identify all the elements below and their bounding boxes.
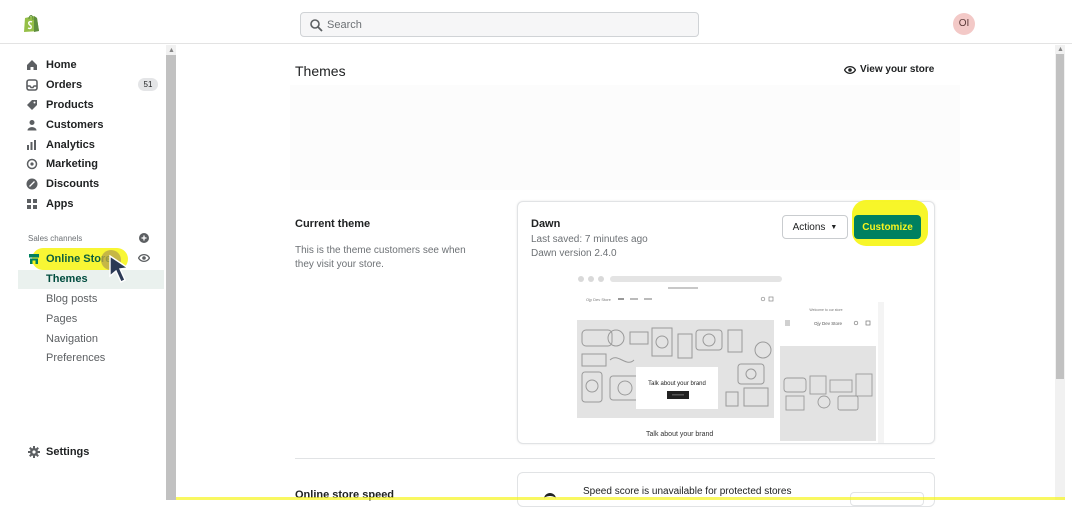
subnav-navigation[interactable]: Navigation <box>46 333 98 345</box>
settings-label: Settings <box>46 446 90 458</box>
subnav-pages[interactable]: Pages <box>46 313 77 325</box>
sidebar-item-settings[interactable]: Settings <box>28 446 89 458</box>
sidebar-item-home[interactable]: Home <box>26 56 77 74</box>
sales-channels-label: Sales channels <box>28 234 83 243</box>
sidebar-item-label: Home <box>46 59 77 71</box>
sidebar-item-apps[interactable]: Apps <box>26 195 74 213</box>
sidebar-item-label: Marketing <box>46 158 98 170</box>
banner-placeholder <box>290 85 960 190</box>
page-title: Themes <box>295 63 346 79</box>
sidebar-item-label: Customers <box>46 119 104 131</box>
sidebar-item-online-store[interactable]: Online Store <box>28 248 128 270</box>
preview-mobile-store-name: Ojy Dev Store <box>814 321 843 326</box>
main-scrollbar[interactable]: ▲ <box>1055 45 1065 500</box>
eye-icon <box>844 65 856 74</box>
apps-icon <box>27 199 37 209</box>
search-placeholder: Search <box>327 19 362 31</box>
discount-icon <box>26 178 38 190</box>
tag-icon <box>27 100 37 110</box>
avatar[interactable]: OI <box>953 13 975 35</box>
actions-dropdown-button[interactable]: Actions ▼ <box>782 215 848 239</box>
sidebar-item-label: Analytics <box>46 139 95 151</box>
bar-chart-icon <box>27 140 36 150</box>
top-bar: Search OI <box>0 0 1072 44</box>
current-theme-description: This is the theme customers see when the… <box>295 245 466 270</box>
subnav-themes[interactable]: Themes <box>46 273 88 285</box>
theme-preview-image[interactable]: Ojy Dev Store Talk about your brand Welc… <box>568 268 884 443</box>
sidebar-item-products[interactable]: Products <box>26 96 94 114</box>
sidebar-item-label: Products <box>46 99 94 111</box>
mouse-cursor-icon <box>109 254 130 283</box>
view-store-link[interactable]: View your store <box>844 64 934 75</box>
orders-count-badge: 51 <box>138 78 158 91</box>
store-icon <box>29 254 39 264</box>
theme-version: Dawn version 2.4.0 <box>531 248 617 259</box>
view-online-store-eye-icon[interactable] <box>138 253 150 263</box>
search-icon <box>310 19 323 32</box>
store-speed-message: Speed score is unavailable for protected… <box>583 486 792 497</box>
gear-icon <box>28 446 40 458</box>
view-store-label: View your store <box>860 64 935 75</box>
sidebar-item-analytics[interactable]: Analytics <box>26 136 95 154</box>
sidebar-item-orders[interactable]: Orders <box>26 76 82 94</box>
sidebar-item-label: Apps <box>46 198 74 210</box>
customize-button[interactable]: Customize <box>854 215 921 239</box>
preview-banner: Welcome to our store <box>809 308 842 312</box>
sidebar-item-marketing[interactable]: Marketing <box>26 155 98 173</box>
theme-name: Dawn <box>531 218 561 230</box>
search-input[interactable]: Search <box>300 12 699 37</box>
section-divider <box>295 458 935 459</box>
scroll-up-arrow-icon[interactable]: ▲ <box>168 47 175 54</box>
preview-caption: Talk about your brand <box>646 431 714 438</box>
home-icon <box>27 60 37 70</box>
sidebar-item-discounts[interactable]: Discounts <box>26 175 99 193</box>
actions-label: Actions <box>792 221 826 233</box>
current-theme-heading: Current theme <box>295 218 371 230</box>
orders-icon <box>26 79 38 91</box>
themes-active-background <box>18 270 164 289</box>
highlight-line <box>176 497 1065 500</box>
person-icon <box>27 120 37 131</box>
subnav-preferences[interactable]: Preferences <box>46 352 105 364</box>
preview-store-name: Ojy Dev Store <box>586 297 612 302</box>
theme-last-saved: Last saved: 7 minutes ago <box>531 234 648 245</box>
sidebar-item-label: Discounts <box>46 178 100 190</box>
caret-down-icon: ▼ <box>830 223 838 231</box>
sidebar-scrollbar-thumb[interactable] <box>166 55 176 500</box>
main-scrollbar-thumb[interactable] <box>1056 54 1064 379</box>
sidebar-item-customers[interactable]: Customers <box>26 116 103 134</box>
sidebar-scrollbar[interactable]: ▲ <box>166 45 176 500</box>
add-channel-plus-icon[interactable] <box>139 233 149 243</box>
target-icon <box>26 158 38 170</box>
scroll-up-arrow-icon[interactable]: ▲ <box>1057 46 1064 53</box>
sidebar-item-label: Orders <box>46 79 83 91</box>
shopify-logo-icon[interactable] <box>22 13 40 33</box>
subnav-blog-posts[interactable]: Blog posts <box>46 293 97 305</box>
preview-overlay-text: Talk about your brand <box>648 381 706 387</box>
